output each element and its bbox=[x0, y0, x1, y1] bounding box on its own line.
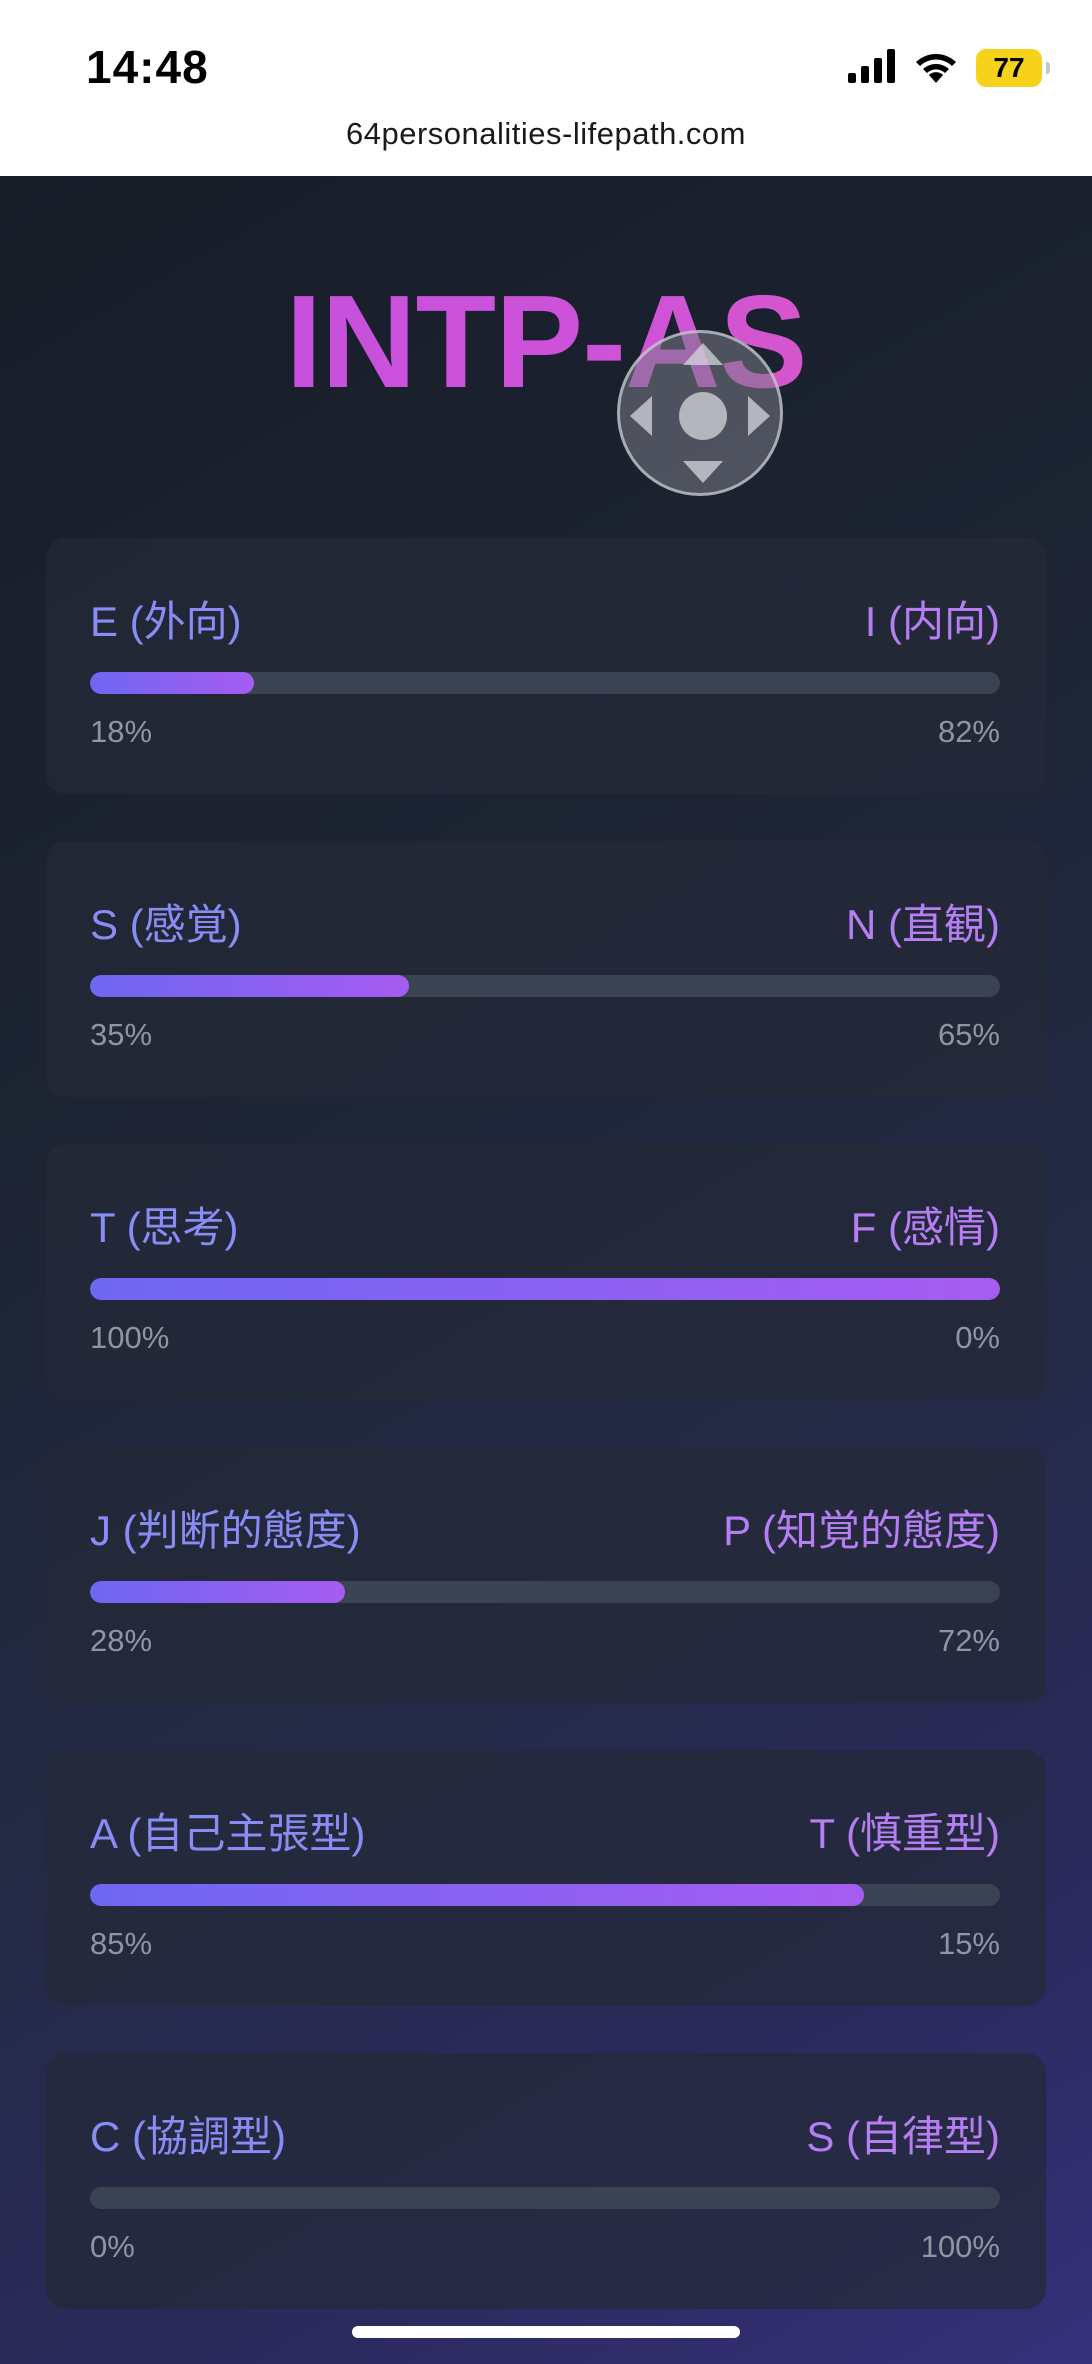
dimension-progress-track bbox=[90, 672, 1000, 694]
arrow-up-icon[interactable] bbox=[683, 343, 723, 365]
dimension-progress-fill bbox=[90, 1581, 345, 1603]
dimension-progress-track bbox=[90, 1581, 1000, 1603]
result-page: INTP-AS E (外向) I (内向) 18% 82% S (感覚) N (直観) 35… bbox=[0, 176, 1092, 2364]
dimension-right-percent: 82% bbox=[937, 714, 1000, 749]
dimension-right-label: N (直観) bbox=[846, 901, 1000, 948]
dimension-progress-track bbox=[90, 1884, 1000, 1906]
battery-icon: 77 bbox=[976, 49, 1050, 87]
dimension-right-label: F (感情) bbox=[850, 1204, 1000, 1251]
dimension-card: S (感覚) N (直観) 35% 65% bbox=[46, 841, 1046, 1097]
dimension-right-label: I (内向) bbox=[864, 598, 1000, 645]
dimension-right-percent: 15% bbox=[937, 1926, 1000, 1961]
dimension-left-label: E (外向) bbox=[90, 598, 242, 645]
dimension-left-percent: 85% bbox=[90, 1926, 153, 1961]
dimension-right-percent: 72% bbox=[937, 1623, 1000, 1658]
dimension-cards: E (外向) I (内向) 18% 82% S (感覚) N (直観) 35% 65% T (思… bbox=[46, 538, 1046, 2356]
cellular-signal-icon bbox=[848, 48, 896, 88]
home-indicator[interactable] bbox=[352, 2326, 740, 2338]
status-bar: 14:48 77 64personalities-lifepath.com bbox=[0, 0, 1092, 151]
dimension-card: C (協調型) S (自律型) 0% 100% bbox=[46, 2053, 1046, 2309]
dimension-card: E (外向) I (内向) 18% 82% bbox=[46, 538, 1046, 794]
dimension-left-percent: 35% bbox=[90, 1017, 153, 1052]
dimension-card: A (自己主張型) T (慎重型) 85% 15% bbox=[46, 1750, 1046, 2006]
dimension-left-percent: 0% bbox=[90, 2229, 135, 2264]
dimension-left-label: J (判断的態度) bbox=[90, 1507, 361, 1554]
dimension-left-percent: 28% bbox=[90, 1623, 153, 1658]
status-time: 14:48 bbox=[86, 41, 209, 93]
dimension-card: J (判断的態度) P (知覚的態度) 28% 72% bbox=[46, 1447, 1046, 1703]
dimension-left-percent: 18% bbox=[90, 714, 153, 749]
dimension-right-label: T (慎重型) bbox=[809, 1810, 1000, 1857]
dimension-right-label: S (自律型) bbox=[806, 2113, 1000, 2160]
wifi-icon bbox=[914, 49, 958, 88]
dimension-left-label: C (協調型) bbox=[90, 2113, 286, 2160]
dimension-right-percent: 0% bbox=[955, 1320, 1000, 1355]
joystick-overlay[interactable] bbox=[617, 330, 783, 496]
dimension-right-label: P (知覚的態度) bbox=[723, 1507, 1000, 1554]
dimension-progress-track bbox=[90, 1278, 1000, 1300]
dimension-left-percent: 100% bbox=[90, 1320, 170, 1355]
dimension-left-label: T (思考) bbox=[90, 1204, 239, 1251]
joystick-knob-icon[interactable] bbox=[679, 392, 727, 440]
url-bar[interactable]: 64personalities-lifepath.com bbox=[0, 116, 1092, 152]
dimension-progress-fill bbox=[90, 1884, 864, 1906]
dimension-card: T (思考) F (感情) 100% 0% bbox=[46, 1144, 1046, 1400]
arrow-down-icon[interactable] bbox=[683, 461, 723, 483]
dimension-progress-track bbox=[90, 975, 1000, 997]
dimension-progress-fill bbox=[90, 975, 409, 997]
dimension-left-label: S (感覚) bbox=[90, 901, 242, 948]
personality-type-title: INTP-AS bbox=[0, 266, 1092, 417]
dimension-right-percent: 100% bbox=[920, 2229, 1000, 2264]
status-icons: 77 bbox=[848, 48, 1050, 88]
dimension-progress-fill bbox=[90, 672, 254, 694]
dimension-progress-fill bbox=[90, 1278, 1000, 1300]
dimension-progress-track bbox=[90, 2187, 1000, 2209]
dimension-left-label: A (自己主張型) bbox=[90, 1810, 366, 1857]
arrow-left-icon[interactable] bbox=[630, 396, 652, 436]
dimension-right-percent: 65% bbox=[937, 1017, 1000, 1052]
arrow-right-icon[interactable] bbox=[748, 396, 770, 436]
